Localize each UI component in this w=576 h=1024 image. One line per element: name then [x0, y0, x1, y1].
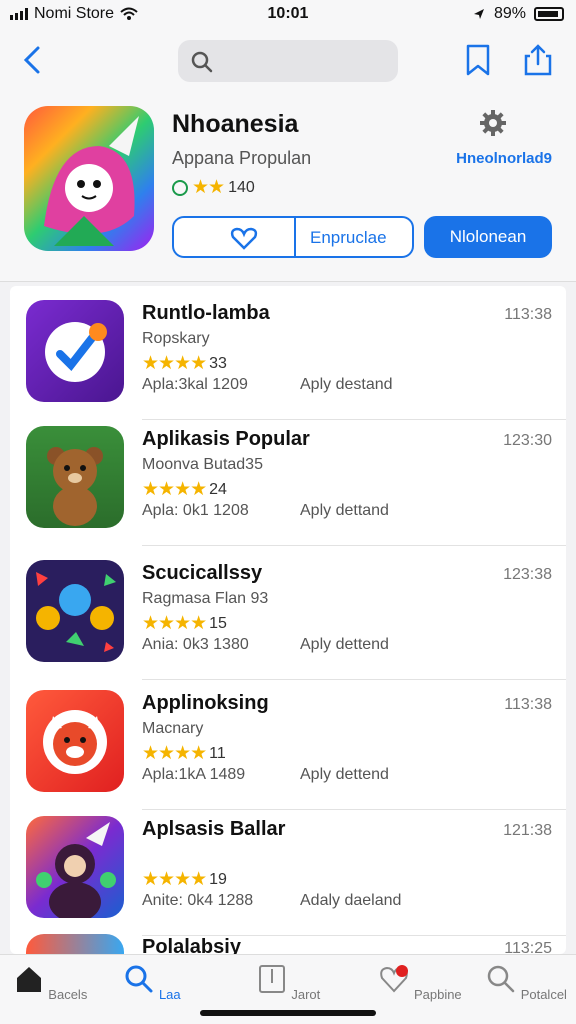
heart-icon — [230, 227, 258, 250]
home-icon — [16, 967, 41, 992]
rating-count: 33 — [209, 354, 227, 372]
search-input[interactable] — [178, 40, 398, 82]
rating-count: 24 — [209, 480, 227, 498]
list-item[interactable]: Aplsasis Ballar ★★★★ 19 Anite: 0k4 1288 A… — [10, 802, 566, 936]
status-right: 89% — [472, 5, 564, 23]
rating-count: 15 — [209, 614, 227, 632]
top-nav — [0, 30, 576, 92]
app-name: Scucicallssy — [142, 562, 263, 584]
list-item[interactable]: Aplikasis Popular Moonva Butad35 ★★★★ 24 … — [10, 412, 566, 546]
tab-favorites[interactable]: Papbine — [370, 963, 470, 1002]
star-icon: ★★★★ — [142, 479, 207, 500]
app-name: Aplikasis Popular — [142, 428, 310, 450]
battery-percent: 89% — [493, 5, 526, 22]
app-meta: Anite: 0k4 1288 — [142, 892, 254, 909]
heart-icon — [380, 965, 409, 993]
app-icon — [26, 690, 124, 792]
app-status: Aply dettand — [300, 502, 389, 519]
app-name: Polalabsiy — [142, 936, 241, 954]
app-meta: Ania: 0k3 1380 — [142, 636, 249, 653]
search-icon — [191, 51, 213, 73]
app-icon — [26, 816, 124, 918]
app-time: 123:38 — [503, 566, 552, 583]
home-indicator — [200, 1010, 376, 1016]
tab-label: Laa — [158, 987, 181, 1002]
list-item[interactable]: Applinoksing Macnary ★★★★ 11 Apla:1kA 148… — [10, 676, 566, 810]
star-icon: ★★ — [192, 177, 225, 198]
search-icon — [125, 965, 153, 993]
app-rating: ★★★★ 11 — [142, 742, 226, 765]
app-time: 121:38 — [503, 822, 552, 839]
list-item[interactable]: Scucicallssy Ragmasa Flan 93 ★★★★ 15 Ania… — [10, 546, 566, 680]
app-meta: Apla:1kA 1489 — [142, 766, 246, 783]
star-icon: ★★★★ — [142, 353, 207, 374]
app-list: Runtlo-lamba Ropskary ★★★★ 33 Apla:3kal 1… — [10, 286, 566, 954]
app-time: 113:38 — [504, 696, 552, 713]
app-rating: ★★★★ 15 — [142, 612, 227, 635]
book-icon — [258, 965, 285, 993]
app-time: 123:30 — [503, 432, 552, 449]
primary-action-button[interactable]: Nlolonean — [424, 216, 552, 258]
status-bar: Nomi Store 10:01 89% — [0, 0, 576, 30]
app-meta: Apla:3kal 1209 — [142, 376, 248, 393]
app-time: 113:38 — [504, 306, 552, 323]
tab-search[interactable]: Laa — [102, 963, 202, 1002]
secondary-action-label: Enpruclae — [310, 228, 387, 247]
search-icon — [487, 965, 515, 993]
location-icon — [473, 9, 484, 19]
battery-icon — [534, 7, 564, 21]
app-icon — [26, 426, 124, 528]
tab-library[interactable]: Jarot — [238, 963, 338, 1002]
app-name: Aplsasis Ballar — [142, 818, 286, 840]
rating-badge-icon — [172, 179, 188, 196]
app-status: Adaly daeland — [300, 892, 402, 909]
app-name: Runtlo-lamba — [142, 302, 270, 324]
app-developer: Ragmasa Flan 93 — [142, 590, 269, 607]
button-divider — [294, 218, 296, 256]
tab-label: Potalcel — [520, 987, 567, 1002]
app-name: Applinoksing — [142, 692, 269, 714]
bookmark-icon[interactable] — [460, 42, 496, 78]
list-item[interactable]: Polalabsiy 113:25 — [10, 920, 566, 954]
tab-explore[interactable]: Potalcel — [476, 963, 576, 1002]
star-icon: ★★★★ — [142, 743, 207, 764]
star-icon: ★★★★ — [142, 869, 207, 890]
app-icon — [26, 934, 124, 954]
app-status: Aply dettend — [300, 636, 389, 653]
header-link[interactable]: Hneolnorlad9 — [456, 150, 552, 167]
app-developer: Macnary — [142, 720, 204, 737]
app-rating: ★★★★ 33 — [142, 352, 227, 375]
app-title: Nhoanesia — [172, 110, 299, 138]
app-subtitle: Appana Propulan — [172, 148, 312, 168]
app-status: Aply destand — [300, 376, 393, 393]
app-header: Nhoanesia Appana Propulan ★★ 140 Hneolno… — [0, 92, 576, 282]
tab-label: Bacels — [48, 987, 88, 1002]
gear-icon[interactable] — [478, 108, 508, 138]
list-item[interactable]: Runtlo-lamba Ropskary ★★★★ 33 Apla:3kal 1… — [10, 286, 566, 420]
share-icon[interactable] — [520, 42, 556, 78]
secondary-action-button[interactable]: Enpruclae — [172, 216, 414, 258]
app-rating: ★★★★ 19 — [142, 868, 227, 891]
app-icon — [26, 560, 124, 662]
rating-count: 11 — [209, 744, 226, 762]
app-rating: ★★ 140 — [172, 176, 255, 199]
app-developer: Ropskary — [142, 330, 210, 347]
tab-label: Papbine — [413, 987, 462, 1002]
rating-value: 140 — [228, 178, 255, 196]
app-icon — [26, 300, 124, 402]
chevron-left-icon[interactable] — [18, 42, 48, 78]
tab-label: Jarot — [291, 987, 321, 1002]
app-meta: Apla: 0k1 1208 — [142, 502, 249, 519]
app-status: Aply dettend — [300, 766, 389, 783]
star-icon: ★★★★ — [142, 613, 207, 634]
rating-count: 19 — [209, 870, 227, 888]
app-time: 113:25 — [504, 940, 552, 954]
tab-home[interactable]: Bacels — [0, 963, 100, 1002]
app-rating: ★★★★ 24 — [142, 478, 227, 501]
featured-app-icon[interactable] — [24, 106, 154, 251]
app-developer: Moonva Butad35 — [142, 456, 263, 473]
